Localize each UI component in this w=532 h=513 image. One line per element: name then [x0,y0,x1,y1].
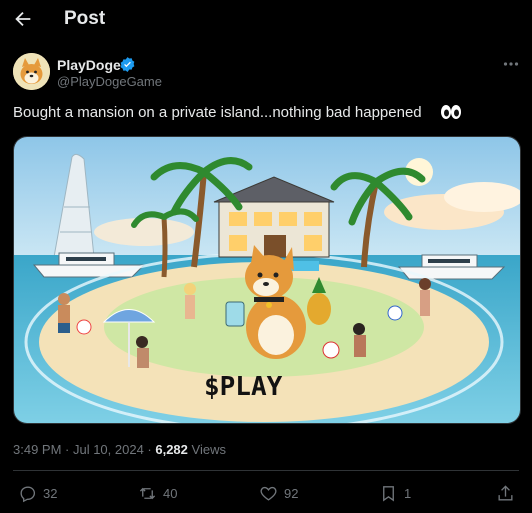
repost-button[interactable]: 40 [138,483,177,503]
like-icon [260,486,277,501]
reply-button[interactable]: 32 [18,483,57,503]
bookmark-icon [383,485,394,502]
like-button[interactable]: 92 [259,483,298,503]
reply-count: 32 [43,485,58,501]
pixel-island-illustration: $PLAY [14,137,520,423]
repost-count: 40 [163,485,178,501]
divider [13,470,519,471]
doge-avatar-image [13,53,50,90]
tweet-text: Bought a mansion on a private island...n… [13,104,422,121]
like-count: 92 [284,485,299,501]
eyes-emoji-icon [441,105,461,119]
verified-badge-icon [120,57,135,72]
author-name[interactable]: PlayDoge [57,57,121,73]
repost-icon [139,487,156,499]
post-meta: 3:49 PM · Jul 10, 2024 · 6,282 Views [13,442,226,457]
back-arrow-icon[interactable] [12,8,34,30]
page-title: Post [64,8,106,29]
author-handle[interactable]: @PlayDogeGame [57,74,162,89]
share-button[interactable] [496,483,515,503]
post-time: 3:49 PM · Jul 10, 2024 · [13,442,156,457]
bookmark-button[interactable]: 1 [379,483,411,503]
top-bar: Post [0,0,532,40]
share-icon [498,484,513,501]
media-caption: $PLAY [204,372,283,402]
bookmark-count: 1 [404,485,412,501]
reply-icon [20,485,36,502]
post-image[interactable]: $PLAY [13,136,521,424]
views-count: 6,282 [155,442,188,457]
avatar[interactable] [13,53,50,90]
views-label: Views [187,442,226,457]
more-icon[interactable] [503,60,519,68]
